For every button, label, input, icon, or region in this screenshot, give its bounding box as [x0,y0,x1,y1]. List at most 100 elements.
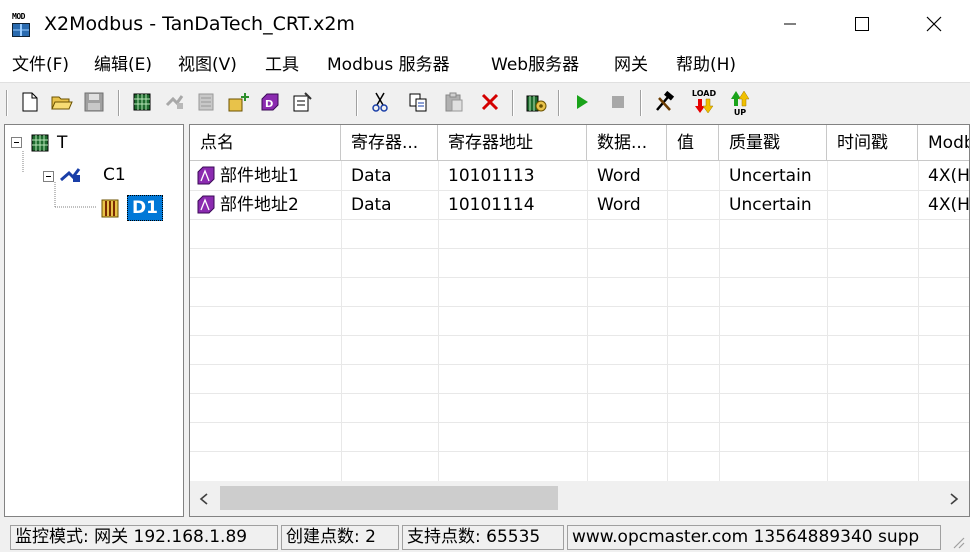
menu-gateway[interactable]: 网关 [614,54,648,76]
cell-register-address: 10101113 [448,166,535,186]
add-device-button[interactable] [128,87,156,117]
collapse-icon[interactable] [11,137,22,148]
new-tag-icon [228,93,249,112]
column-header-modbus[interactable]: Modbus [918,125,969,161]
toolbar: D LOAD UP [0,84,970,122]
menu-modbus-server[interactable]: Modbus 服务器 [327,54,450,76]
cell-register-type: Data [351,195,392,215]
menu-web-server[interactable]: Web服务器 [491,54,579,76]
menu-edit[interactable]: 编辑(E) [94,54,152,76]
chevron-right-icon [950,492,959,505]
stop-icon [612,96,624,108]
status-created-count: 创建点数: 2 [281,525,399,550]
scroll-left-button[interactable] [190,481,218,516]
channel-icon [60,168,81,182]
cell-data-type: Word [597,195,641,215]
scroll-right-button[interactable] [940,481,968,516]
group-icon [101,199,119,218]
tools-button[interactable] [650,87,678,117]
new-file-button[interactable] [16,87,44,117]
resize-grip-icon[interactable] [950,534,966,550]
cell-register-address: 10101114 [448,195,535,215]
new-file-icon [22,92,38,112]
save-icon [84,92,104,112]
chevron-left-icon [199,492,208,505]
app-icon-label: MOD [12,12,25,21]
menu-help[interactable]: 帮助(H) [676,54,736,76]
new-tag-button[interactable] [224,87,252,117]
cell-timestamp [827,162,918,190]
group-icon [198,93,214,111]
scroll-thumb[interactable] [220,486,558,510]
column-header-data-type[interactable]: 数据... [587,125,667,161]
cell-quality: Uncertain [729,166,812,186]
properties-button[interactable] [288,87,316,117]
menu-tools[interactable]: 工具 [265,54,299,76]
delete-button[interactable] [476,87,504,117]
cell-data-type: Word [597,166,641,186]
table-row[interactable]: 部件地址2 Data 10101114 Word Uncertain 4X(H [190,191,970,219]
cell-modbus: 4X(H [928,195,970,215]
play-icon [577,95,588,109]
cut-button[interactable] [366,87,394,117]
tree-node-label: T [57,133,68,153]
run-button[interactable] [568,87,596,117]
cell-timestamp [827,191,918,219]
open-folder-icon [51,96,73,110]
copy-button[interactable] [404,87,432,117]
horizontal-scrollbar[interactable] [190,481,969,516]
minimize-button[interactable] [754,0,826,48]
column-header-name[interactable]: 点名 [190,125,341,161]
import-tags-button[interactable]: D [256,87,284,117]
table-row[interactable]: 部件地址1 Data 10101113 Word Uncertain 4X(H [190,162,970,190]
column-header-quality[interactable]: 质量戳 [719,125,827,161]
column-header-timestamp[interactable]: 时间戳 [827,125,918,161]
cell-quality: Uncertain [729,195,812,215]
title-bar: MOD X2Modbus - TanDaTech_CRT.x2m [0,0,970,48]
tag-list: 点名 寄存器... 寄存器地址 数据... 值 质量戳 时间戳 Modbus 部… [189,124,970,517]
channel-icon [165,95,184,109]
save-button[interactable] [80,87,108,117]
paste-button[interactable] [440,87,468,117]
menu-file[interactable]: 文件(F) [12,54,69,76]
status-supported-count: 支持点数: 65535 [402,525,564,550]
stop-button[interactable] [604,87,632,117]
add-channel-button[interactable] [160,87,188,117]
load-icon: LOAD [692,89,717,114]
maximize-icon [855,17,869,31]
open-folder-button[interactable] [48,87,76,117]
column-header-register-address[interactable]: 寄存器地址 [438,125,587,161]
upload-icon-label: UP [734,108,746,116]
cell-modbus: 4X(H [928,166,970,186]
status-contact: www.opcmaster.com 13564889340 supp [567,525,941,550]
svg-text:D: D [265,99,273,110]
close-icon [926,16,942,32]
maximize-button[interactable] [826,0,898,48]
cell-value [667,191,719,219]
menu-bar: 文件(F) 编辑(E) 视图(V) 工具 Modbus 服务器 Web服务器 网… [0,48,970,83]
app-icon: MOD [12,12,34,38]
device-icon [31,134,49,152]
window-title: X2Modbus - TanDaTech_CRT.x2m [44,13,355,35]
cell-value [667,162,719,190]
tree-node-label-selected: D1 [127,195,163,221]
load-button[interactable]: LOAD [688,87,720,117]
upload-button[interactable]: UP [724,87,756,117]
menu-view[interactable]: 视图(V) [178,54,237,76]
cell-name: 部件地址2 [220,195,299,215]
cell-register-type: Data [351,166,392,186]
close-button[interactable] [898,0,970,48]
collapse-icon[interactable] [43,171,54,182]
column-header-register-type[interactable]: 寄存器... [341,125,438,161]
monitor-settings-button[interactable] [522,87,550,117]
upload-icon: UP [731,90,750,116]
add-group-button[interactable] [192,87,220,117]
tag-import-icon: D [261,93,279,111]
paste-icon [445,92,463,112]
cell-name: 部件地址1 [220,166,299,186]
load-icon-label: LOAD [692,89,717,98]
status-mode: 监控模式: 网关 192.168.1.89 [10,525,278,550]
device-icon [133,93,151,111]
copy-icon [409,93,427,112]
column-header-value[interactable]: 值 [667,125,719,161]
